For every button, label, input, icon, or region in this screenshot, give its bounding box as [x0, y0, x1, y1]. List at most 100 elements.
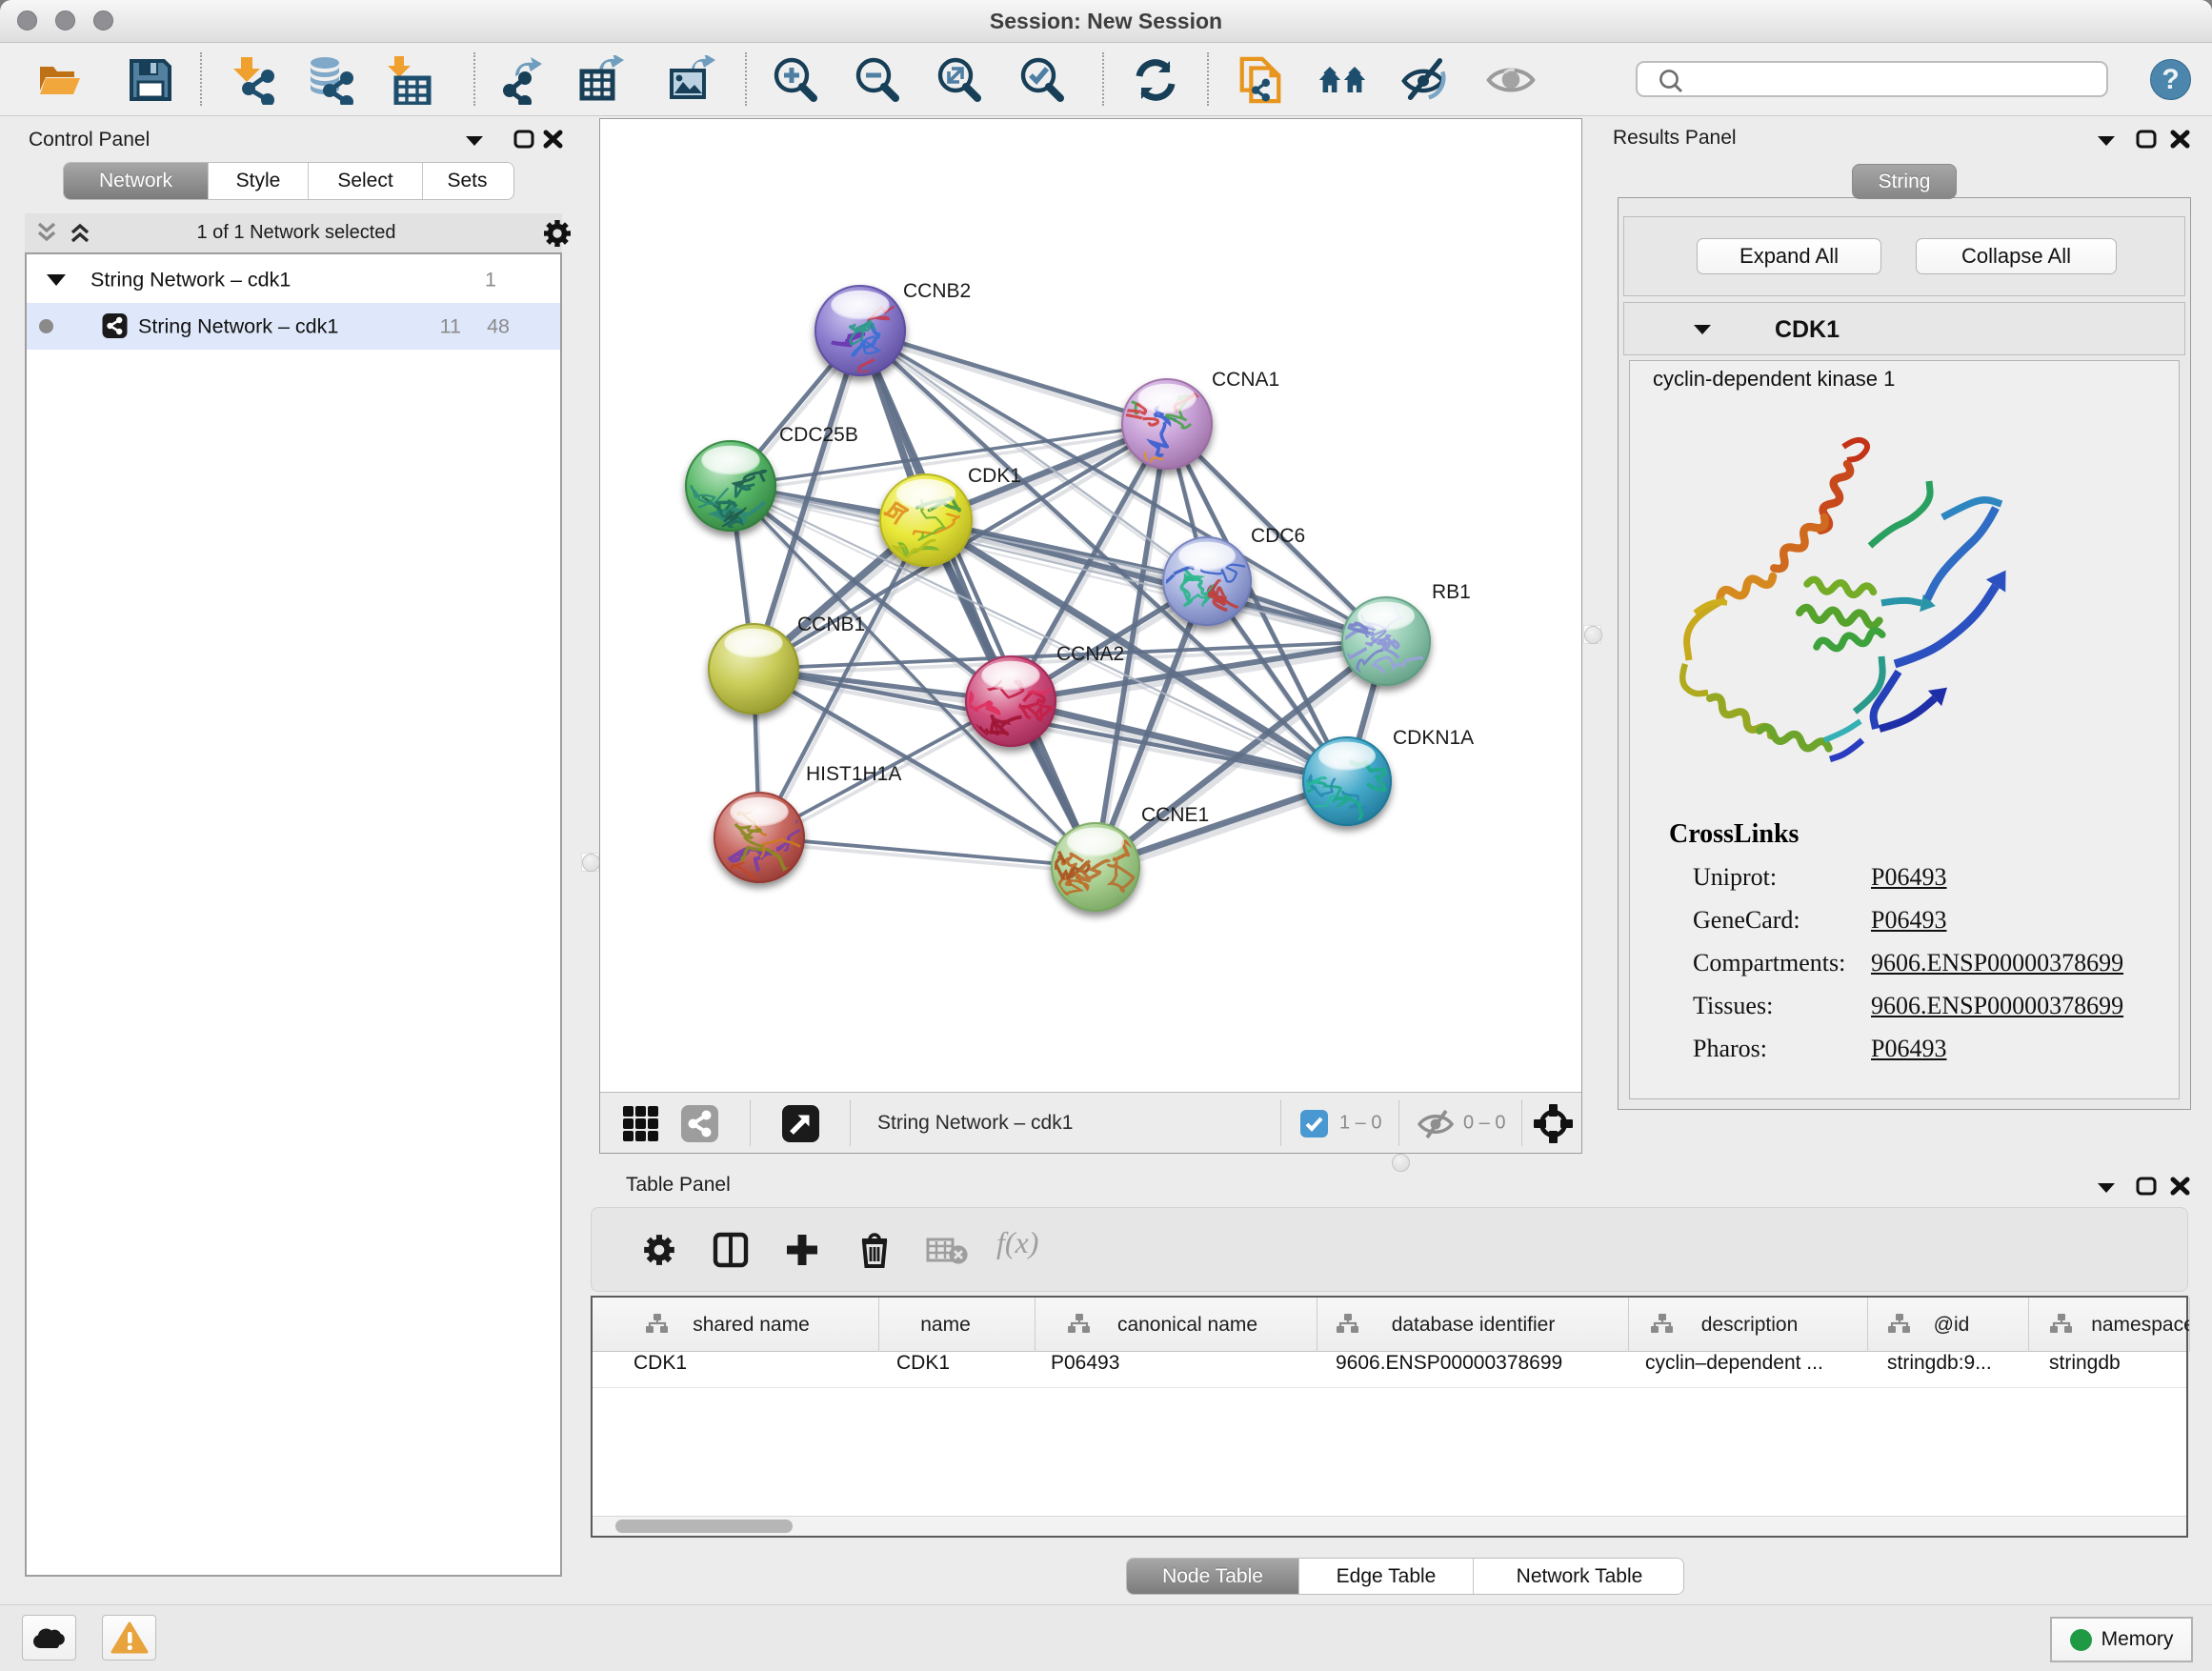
table-cell[interactable]: CDK1 [633, 1352, 877, 1387]
tree-expand-icon[interactable] [46, 272, 67, 287]
export-table-button[interactable] [578, 55, 628, 105]
help-button[interactable]: ? [2150, 59, 2191, 100]
memory-button[interactable]: Memory [2050, 1617, 2193, 1662]
gear-icon [543, 219, 572, 248]
tab-network[interactable]: Network [64, 163, 209, 199]
network-tree-row[interactable]: String Network – cdk11 [27, 256, 560, 303]
hidden-indicator[interactable] [1416, 1109, 1456, 1144]
network-node-CDC25B[interactable] [685, 440, 776, 555]
table-cell[interactable]: stringdb:9... [1887, 1352, 2027, 1387]
crosslink-link[interactable]: P06493 [1871, 1035, 1946, 1063]
zoom-selected-button[interactable] [1017, 55, 1067, 105]
table-cell[interactable]: stringdb [2049, 1352, 2188, 1387]
refresh-button[interactable] [1131, 55, 1180, 105]
control-panel-close-button[interactable] [542, 129, 564, 154]
toolbar-separator [1207, 52, 1209, 106]
show-all-button[interactable] [1486, 55, 1536, 105]
table-cell[interactable]: P06493 [1051, 1352, 1316, 1387]
copy-style-button[interactable] [1236, 55, 1285, 105]
table-settings-button[interactable] [643, 1234, 675, 1271]
network-node-HIST1H1A[interactable] [714, 792, 817, 886]
network-node-CCNB1[interactable] [708, 623, 799, 715]
import-network-file-button[interactable] [228, 55, 277, 105]
table-cell[interactable]: CDK1 [896, 1352, 1034, 1387]
chevron-down-icon [2096, 133, 2117, 147]
tab-select[interactable]: Select [309, 163, 423, 199]
results-panel-close-button[interactable] [2169, 129, 2191, 154]
control-panel-float-button[interactable] [513, 130, 534, 153]
results-panel-float-button[interactable] [2136, 130, 2157, 153]
warning-button[interactable] [102, 1615, 156, 1661]
search-input[interactable] [1636, 61, 2108, 97]
network-tree-row[interactable]: String Network – cdk11148 [27, 303, 560, 350]
left-splitter-handle[interactable] [581, 853, 599, 872]
share-network-button[interactable] [681, 1105, 718, 1142]
tab-sets[interactable]: Sets [423, 163, 512, 199]
import-table-icon [383, 55, 432, 105]
table-hscrollbar[interactable] [593, 1516, 2186, 1536]
import-table-file-button[interactable] [383, 55, 432, 105]
eye-slash-icon [1399, 56, 1449, 104]
split-columns-button[interactable] [713, 1232, 749, 1273]
delete-column-button[interactable] [856, 1231, 893, 1274]
float-window-icon [2136, 130, 2157, 149]
protein-structure-image [1657, 426, 2009, 774]
selected-checkbox[interactable] [1300, 1110, 1328, 1137]
first-neighbors-button[interactable] [1317, 55, 1367, 105]
zoom-in-button[interactable] [771, 55, 820, 105]
control-panel-menu-button[interactable] [464, 133, 485, 151]
column-header-namespace[interactable]: namespace [2029, 1298, 2190, 1352]
collapse-all-trees-button[interactable] [34, 220, 59, 250]
zoom-out-button[interactable] [853, 55, 902, 105]
export-network-button[interactable] [502, 55, 552, 105]
column-header-description[interactable]: description [1629, 1298, 1868, 1352]
column-header-shared-name[interactable]: shared name [594, 1298, 879, 1352]
export-image-button[interactable] [667, 55, 716, 105]
collapse-all-button[interactable]: Collapse All [1916, 238, 2117, 274]
column-header-canonical-name[interactable]: canonical name [1036, 1298, 1317, 1352]
table-panel-close-button[interactable] [2169, 1176, 2191, 1201]
column-header-@id[interactable]: @id [1868, 1298, 2029, 1352]
network-edge[interactable] [860, 331, 1096, 867]
node-table: shared namenamecanonical namedatabase id… [591, 1296, 2188, 1538]
cloud-button[interactable] [22, 1615, 76, 1661]
network-options-button[interactable] [543, 219, 572, 252]
expand-all-trees-button[interactable] [68, 220, 92, 250]
column-header-name[interactable]: name [879, 1298, 1036, 1352]
import-network-icon [228, 55, 277, 105]
hscroll-thumb[interactable] [615, 1520, 793, 1533]
birdseye-grid-button[interactable] [623, 1106, 658, 1146]
save-session-button[interactable] [126, 55, 175, 105]
control-panel: Control Panel Network Style Select Sets … [0, 115, 564, 1588]
open-file-button[interactable] [36, 55, 86, 105]
tab-network-table[interactable]: Network Table [1474, 1559, 1684, 1594]
table-panel-menu-button[interactable] [2096, 1180, 2117, 1198]
expand-all-button[interactable]: Expand All [1697, 238, 1881, 274]
collapse-section-button[interactable] [1693, 323, 1712, 340]
tab-style[interactable]: Style [209, 163, 309, 199]
tab-node-table[interactable]: Node Table [1127, 1559, 1299, 1594]
zoom-fit-button[interactable] [935, 55, 984, 105]
crosslink-link[interactable]: P06493 [1871, 863, 1946, 892]
table-panel-float-button[interactable] [2136, 1177, 2157, 1200]
add-column-button[interactable] [785, 1233, 819, 1272]
center-view-button[interactable] [1534, 1104, 1573, 1148]
results-panel-menu-button[interactable] [2096, 133, 2117, 151]
table-cell[interactable]: 9606.ENSP00000378699 [1336, 1352, 1627, 1387]
right-splitter-handle[interactable] [1583, 625, 1601, 644]
column-header-database-identifier[interactable]: database identifier [1317, 1298, 1629, 1352]
open-in-window-button[interactable] [782, 1105, 819, 1142]
network-canvas[interactable]: CCNB2CCNA1CDC25BCDK1CDC6RB1CCNB1CCNA2CDK… [600, 119, 1581, 1092]
table-cell[interactable]: cyclin–dependent ... [1645, 1352, 1866, 1387]
function-builder-button[interactable]: f(x) [996, 1225, 1038, 1260]
tab-edge-table[interactable]: Edge Table [1299, 1559, 1474, 1594]
crosslink-link[interactable]: P06493 [1871, 906, 1946, 935]
import-network-database-button[interactable] [305, 55, 354, 105]
crosslink-link[interactable]: 9606.ENSP00000378699 [1871, 992, 2123, 1020]
window-titlebar: Session: New Session [0, 0, 2212, 43]
cloud-icon [32, 1625, 67, 1650]
crosslink-link[interactable]: 9606.ENSP00000378699 [1871, 949, 2123, 977]
hide-selected-button[interactable] [1399, 55, 1449, 105]
tab-string[interactable]: String [1852, 164, 1957, 199]
delete-table-button[interactable] [926, 1237, 968, 1270]
